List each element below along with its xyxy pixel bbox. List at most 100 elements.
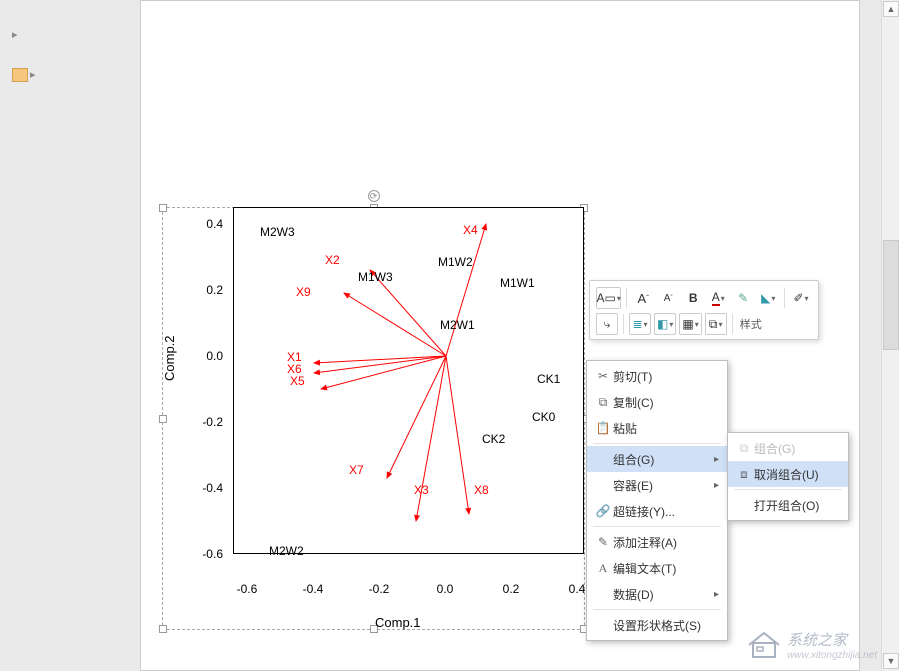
ctx-hyperlink[interactable]: 🔗超链接(Y)... [587,498,727,524]
mini-toolbar: A▭▾ Aˆ Aˇ B A▾ ✎ ◣▾ ✐▾ ⤷ ≣▾ ◧▾ ▦▾ ⧉▾ 样式 [589,280,819,340]
bring-front-button[interactable]: ◧▾ [654,313,676,335]
scissors-icon: ✂ [593,369,613,383]
plot-area[interactable] [233,207,584,554]
xtick-3: 0.0 [430,582,460,596]
score-M2W2: M2W2 [269,544,304,558]
left-rail: ▸ ▸ [12,28,40,82]
ctx-cut-label: 剪切(T) [613,368,719,385]
line-style-button[interactable]: ✐▾ [790,287,812,309]
clipboard-icon: 📋 [593,421,613,435]
ctx-data-label: 数据(D) [613,586,714,603]
context-submenu-group: ⧉组合(G) ⧈取消组合(U) 打开组合(O) [727,432,849,521]
separator [732,314,733,334]
group-button[interactable]: ⧉▾ [705,313,727,335]
loading-X2: X2 [325,253,340,267]
comment-icon: ✎ [593,535,613,549]
loading-X5: X5 [290,374,305,388]
font-grow-button[interactable]: Aˆ [632,287,654,309]
panel-expand-icon[interactable]: ▸ [12,28,40,41]
axis-label-y: Comp.2 [162,335,177,381]
resize-handle-w[interactable] [159,415,167,423]
loading-X8: X8 [474,483,489,497]
ctx-container[interactable]: 容器(E)▸ [587,472,727,498]
ctx-container-label: 容器(E) [613,477,714,494]
connector-button[interactable]: ⤷ [596,313,618,335]
align-button[interactable]: ≣▾ [629,313,651,335]
watermark-site: 系统之家 [787,629,877,650]
text-icon: A [593,561,613,576]
score-M2W1: M2W1 [440,318,475,332]
ctx-shape-format-label: 设置形状格式(S) [613,617,719,634]
ctx-data[interactable]: 数据(D)▸ [587,581,727,607]
connector-icon: ⤷ [604,317,611,332]
ctx-comment-label: 添加注释(A) [613,534,719,551]
ytick-0: -0.6 [187,547,223,561]
ctx-edit-text-label: 编辑文本(T) [613,560,719,577]
watermark: 系统之家 www.xitongzhijia.net [747,629,877,661]
ytick-5: 0.4 [187,217,223,231]
xtick-4: 0.2 [496,582,526,596]
separator [623,314,624,334]
xtick-2: -0.2 [364,582,394,596]
format-painter-button[interactable]: ✎ [732,287,754,309]
sub-open-group-label: 打开组合(O) [754,497,840,514]
textbox-style-button[interactable]: A▭▾ [596,287,621,309]
separator [593,609,721,610]
house-icon [747,631,781,659]
submenu-arrow-icon: ▸ [714,589,719,600]
score-M1W3: M1W3 [358,270,393,284]
loading-X6: X6 [287,362,302,376]
context-menu: ✂剪切(T) ⧉复制(C) 📋粘贴 组合(G)▸ 容器(E)▸ 🔗超链接(Y).… [586,360,728,641]
ctx-comment[interactable]: ✎添加注释(A) [587,529,727,555]
scroll-thumb[interactable] [883,240,899,350]
arrange-button[interactable]: ▦▾ [679,313,701,335]
loading-X4: X4 [463,223,478,237]
font-shrink-button[interactable]: Aˇ [657,287,679,309]
font-color-button[interactable]: A▾ [707,287,729,309]
group-icon: ⧉ [734,441,754,456]
panel-shape-icon[interactable]: ▸ [12,69,36,81]
loading-X7: X7 [349,463,364,477]
submenu-arrow-icon: ▸ [714,454,719,465]
separator [593,526,721,527]
ytick-1: -0.4 [187,481,223,495]
separator [593,443,721,444]
app-canvas: ▸ ▸ ⟳ Comp.2 Comp.1 0.4 0.2 0.0 -0.2 -0.… [0,0,899,671]
ctx-shape-format[interactable]: 设置形状格式(S) [587,612,727,638]
pen-icon: ✐ [793,291,803,305]
ctx-paste-label: 粘贴 [613,420,719,437]
loading-X9: X9 [296,285,311,299]
bold-button[interactable]: B [682,287,704,309]
sub-ungroup[interactable]: ⧈取消组合(U) [728,461,848,487]
ctx-cut[interactable]: ✂剪切(T) [587,363,727,389]
ctx-copy[interactable]: ⧉复制(C) [587,389,727,415]
sub-open-group[interactable]: 打开组合(O) [728,492,848,518]
textbox-icon: A▭ [597,291,616,305]
resize-handle-sw[interactable] [159,625,167,633]
ytick-4: 0.2 [187,283,223,297]
scroll-up-button[interactable]: ▲ [883,1,899,17]
loading-X3: X3 [414,483,429,497]
separator [626,288,627,308]
styles-label[interactable]: 样式 [738,316,764,332]
rotate-handle-icon[interactable]: ⟳ [368,190,380,202]
ctx-edit-text[interactable]: A编辑文本(T) [587,555,727,581]
score-CK2: CK2 [482,432,505,446]
resize-handle-nw[interactable] [159,204,167,212]
score-CK0: CK0 [532,410,555,424]
ctx-hyperlink-label: 超链接(Y)... [613,503,719,520]
scroll-down-button[interactable]: ▼ [883,653,899,669]
vertical-scrollbar[interactable]: ▲ ▼ [881,0,899,671]
xtick-0: -0.6 [232,582,262,596]
chevron-down-icon: ▾ [617,294,621,303]
ytick-2: -0.2 [187,415,223,429]
watermark-url: www.xitongzhijia.net [787,650,877,661]
ctx-paste[interactable]: 📋粘贴 [587,415,727,441]
align-icon: ≣ [632,317,642,331]
ctx-group[interactable]: 组合(G)▸ [587,446,727,472]
ytick-3: 0.0 [187,349,223,363]
ctx-copy-label: 复制(C) [613,394,719,411]
fill-color-button[interactable]: ◣▾ [757,287,779,309]
front-icon: ◧ [657,317,668,331]
link-icon: 🔗 [593,504,613,518]
